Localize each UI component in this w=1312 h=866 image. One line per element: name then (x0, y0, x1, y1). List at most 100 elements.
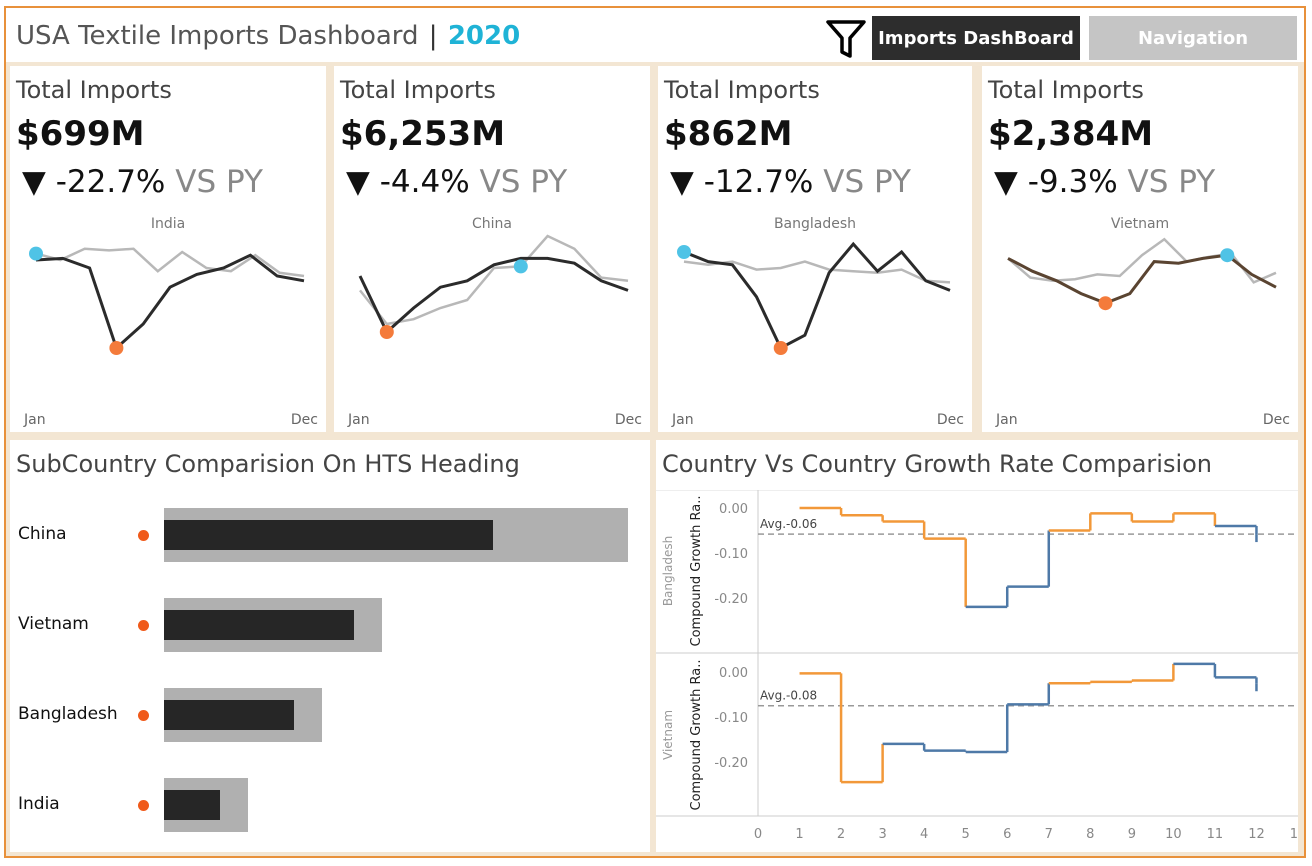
pane-country-label: Bangladesh (661, 536, 675, 606)
kpi-label: Total Imports (664, 76, 820, 104)
funnel-icon[interactable] (824, 16, 868, 60)
kpi-sparkline (677, 241, 951, 355)
title-separator: | (428, 21, 438, 51)
y-axis-label: Compound Growth Ra.. (689, 660, 704, 811)
x-tick-label: 13 (1290, 827, 1298, 842)
subcountry-panel: SubCountry Comparision On HTS Heading Ch… (10, 440, 650, 852)
y-tick-label: -0.20 (714, 756, 748, 771)
peak-marker (29, 246, 43, 261)
peak-marker (1220, 248, 1235, 263)
kpi-sparkline (1007, 237, 1277, 311)
x-tick-label: 6 (1003, 827, 1011, 842)
kpi-change: ▼ -4.4% VS PY (346, 164, 567, 200)
navigation-button[interactable]: Navigation (1089, 16, 1297, 60)
growth-pane-bangladesh: Bangladesh Compound Growth Ra.. 0.00 -0.10 -… (661, 496, 1298, 647)
kpi-card-india: Total Imports $699M ▼ -22.7% VS PY India Jan… (10, 66, 326, 432)
x-tick-label: 2 (837, 827, 845, 842)
low-marker (773, 341, 788, 355)
axis-end-label: Dec (936, 412, 964, 428)
kpi-change-value: -22.7% (55, 164, 166, 200)
growth-panel: Country Vs Country Growth Rate Comparisi… (656, 440, 1298, 852)
axis-end-label: Dec (614, 412, 642, 428)
bar-row-china[interactable]: China (10, 504, 650, 564)
bar-row-india[interactable]: India (10, 774, 650, 834)
y-tick-label: 0.00 (719, 666, 748, 681)
kpi-vs-label: VS PY (823, 164, 911, 200)
kpi-vs-label: VS PY (479, 164, 568, 200)
kpi-value: $699M (16, 114, 145, 154)
x-tick-label: 0 (754, 827, 762, 842)
down-triangle-icon: ▼ (346, 164, 370, 200)
bar-row-vietnam[interactable]: Vietnam (10, 594, 650, 654)
kpi-change: ▼ -22.7% VS PY (22, 164, 263, 200)
x-tick-label: 11 (1207, 827, 1224, 842)
x-tick-label: 5 (962, 827, 970, 842)
axis-start-label: Jan (348, 412, 370, 428)
kpi-value: $6,253M (340, 114, 506, 154)
kpi-change: ▼ -9.3% VS PY (994, 164, 1215, 200)
bar-country-label: China (18, 524, 67, 544)
x-tick-label: 7 (1045, 827, 1053, 842)
down-triangle-icon: ▼ (22, 164, 46, 200)
axis-start-label: Jan (996, 412, 1018, 428)
current-year-line (683, 241, 951, 351)
y-axis-label: Compound Growth Ra.. (689, 496, 704, 647)
bar-indicator-dot (138, 530, 149, 541)
y-tick-label: -0.20 (714, 592, 748, 607)
kpi-vs-label: VS PY (175, 164, 263, 200)
x-tick-label: 12 (1248, 827, 1265, 842)
y-tick-label: -0.10 (714, 547, 748, 562)
prior-year-line (359, 234, 629, 326)
bar-value (164, 790, 220, 820)
axis-start-label: Jan (672, 412, 694, 428)
bar-country-label: Vietnam (18, 614, 89, 634)
kpi-sparkline (29, 246, 305, 355)
bar-country-label: India (18, 794, 60, 814)
low-marker (1098, 296, 1113, 311)
kpi-card-vietnam: Total Imports $2,384M ▼ -9.3% VS PY Vietnam… (982, 66, 1298, 432)
dashboard-header: USA Textile Imports Dashboard | 2020 Imp… (6, 8, 1304, 62)
kpi-label: Total Imports (16, 76, 172, 104)
low-marker (109, 341, 124, 355)
axis-start-label: Jan (24, 412, 46, 428)
x-tick-label: 9 (1128, 827, 1136, 842)
growth-rate-chart: Bangladesh Compound Growth Ra.. 0.00 -0.10 -… (656, 490, 1298, 842)
title-text: USA Textile Imports Dashboard (16, 21, 419, 51)
x-tick-label: 4 (920, 827, 928, 842)
axis-end-label: Dec (1262, 412, 1290, 428)
y-tick-label: -0.10 (714, 711, 748, 726)
bar-value (164, 610, 355, 640)
axis-end-label: Dec (290, 412, 318, 428)
x-tick-label: 3 (878, 827, 886, 842)
average-label: Avg.-0.08 (760, 689, 817, 703)
subcountry-title: SubCountry Comparision On HTS Heading (16, 450, 520, 478)
x-tick-label: 1 (795, 827, 803, 842)
x-tick-label: 10 (1165, 827, 1182, 842)
low-marker (379, 325, 394, 339)
bar-value (164, 700, 294, 730)
kpi-value: $862M (664, 114, 793, 154)
bar-value (164, 520, 494, 550)
growth-title: Country Vs Country Growth Rate Comparisi… (662, 450, 1213, 478)
peak-marker (677, 245, 691, 259)
kpi-label: Total Imports (988, 76, 1144, 104)
bar-indicator-dot (138, 710, 149, 721)
kpi-change: ▼ -12.7% VS PY (670, 164, 911, 200)
page-title: USA Textile Imports Dashboard | 2020 (16, 21, 520, 51)
bar-indicator-dot (138, 620, 149, 631)
kpi-vs-label: VS PY (1127, 164, 1216, 200)
kpi-change-value: -4.4% (379, 164, 470, 200)
pane-country-label: Vietnam (661, 710, 675, 760)
bar-row-bangladesh[interactable]: Bangladesh (10, 684, 650, 744)
title-year: 2020 (447, 21, 521, 51)
bar-indicator-dot (138, 800, 149, 811)
down-triangle-icon: ▼ (670, 164, 694, 200)
kpi-value: $2,384M (988, 114, 1154, 154)
kpi-sparkline (358, 234, 629, 339)
kpi-card-bangladesh: Total Imports $862M ▼ -12.7% VS PY Banglade… (658, 66, 972, 432)
imports-dashboard-button[interactable]: Imports DashBoard (872, 16, 1080, 60)
down-triangle-icon: ▼ (994, 164, 1018, 200)
kpi-label: Total Imports (340, 76, 496, 104)
peak-marker (513, 259, 528, 274)
growth-pane-vietnam: Vietnam Compound Growth Ra.. 0.00 -0.10 -0.2… (661, 660, 1298, 811)
